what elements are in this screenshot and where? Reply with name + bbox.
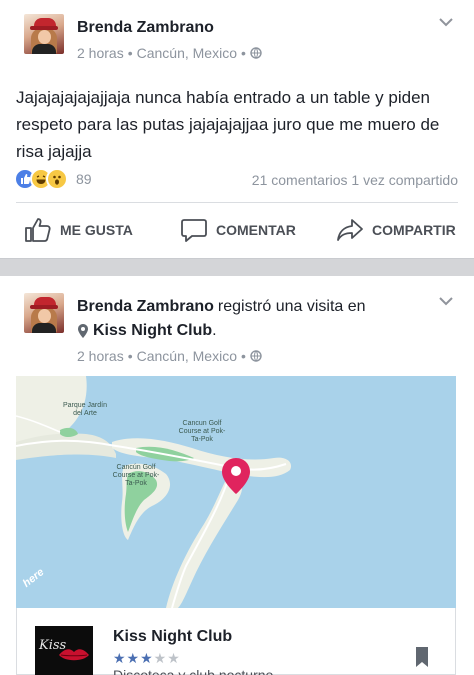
checkin-place-link[interactable]: Kiss Night Club xyxy=(93,322,212,339)
author-name[interactable]: Brenda Zambrano xyxy=(77,19,214,37)
author-name[interactable]: Brenda Zambrano xyxy=(77,298,214,316)
reactions-summary[interactable]: 89 xyxy=(14,168,92,190)
map-label-golf-2: Cancún Golf Course at Pok-Ta-Pok xyxy=(112,464,160,487)
checkin-post-card: Brenda Zambrano registró una visita en K… xyxy=(0,276,474,675)
place-title[interactable]: Kiss Night Club xyxy=(113,628,232,646)
checkin-text: registró una visita en xyxy=(217,298,366,315)
post-meta: 2 horas • Cancún, Mexico • xyxy=(77,348,262,364)
location-map[interactable]: Parque Jardín del Arte Cancun Golf Cours… xyxy=(16,376,456,608)
thumbs-up-icon xyxy=(25,218,51,242)
place-category: Discoteca y club nocturno xyxy=(113,667,274,675)
author-avatar[interactable] xyxy=(24,293,64,333)
engagement-counts: 21 comentarios 1 vez compartido xyxy=(252,172,458,188)
like-label: ME GUSTA xyxy=(60,222,133,238)
wow-reaction-icon xyxy=(46,168,68,190)
chevron-down-icon[interactable] xyxy=(438,17,454,27)
post-location[interactable]: Cancún, Mexico xyxy=(137,45,237,61)
meta-dot: • xyxy=(241,348,246,364)
share-arrow-icon xyxy=(337,219,363,241)
comment-count[interactable]: 21 comentarios xyxy=(252,172,348,188)
globe-icon xyxy=(250,47,262,59)
checkin-place-line: Kiss Night Club. xyxy=(77,322,217,340)
divider xyxy=(16,202,458,203)
meta-dot: • xyxy=(127,348,133,364)
like-button[interactable]: ME GUSTA xyxy=(24,214,133,246)
post-text: Jajajajajajajjaja nunca había entrado a … xyxy=(16,88,440,161)
comment-button[interactable]: COMENTAR xyxy=(180,214,296,246)
bookmark-icon[interactable] xyxy=(415,646,429,668)
comment-label: COMENTAR xyxy=(216,222,296,238)
map-label-golf: Cancun Golf Course at Pok-Ta-Pok xyxy=(178,420,226,443)
reaction-count: 89 xyxy=(76,171,92,187)
post-meta: 2 horas • Cancún, Mexico • xyxy=(77,45,262,61)
author-avatar[interactable] xyxy=(24,14,64,54)
place-card[interactable]: Kiss Kiss Night Club ★★★★★ Discoteca y c… xyxy=(16,608,456,675)
rating-stars: ★★★★★ xyxy=(113,650,181,666)
comment-icon xyxy=(181,219,207,242)
post-time[interactable]: 2 horas xyxy=(77,45,124,61)
post-card: Brenda Zambrano 2 horas • Cancún, Mexico… xyxy=(0,0,474,258)
share-button[interactable]: COMPARTIR xyxy=(336,214,456,246)
post-location[interactable]: Cancún, Mexico xyxy=(137,348,237,364)
meta-dot: • xyxy=(127,45,133,61)
action-bar: ME GUSTA COMENTAR COMPARTIR xyxy=(0,214,474,246)
meta-dot: • xyxy=(241,45,246,61)
map-label-park: Parque Jardín del Arte xyxy=(63,402,107,417)
chevron-down-icon[interactable] xyxy=(438,296,454,306)
post-time[interactable]: 2 horas xyxy=(77,348,124,364)
feed-separator xyxy=(0,258,474,276)
location-pin-icon xyxy=(78,324,88,338)
checkin-headline: Brenda Zambrano registró una visita en xyxy=(77,298,366,316)
share-count[interactable]: 1 vez compartido xyxy=(351,172,458,188)
globe-icon xyxy=(250,350,262,362)
period: . xyxy=(212,322,217,339)
lips-icon xyxy=(59,649,89,661)
share-label: COMPARTIR xyxy=(372,222,456,238)
place-thumbnail[interactable]: Kiss xyxy=(35,626,93,675)
